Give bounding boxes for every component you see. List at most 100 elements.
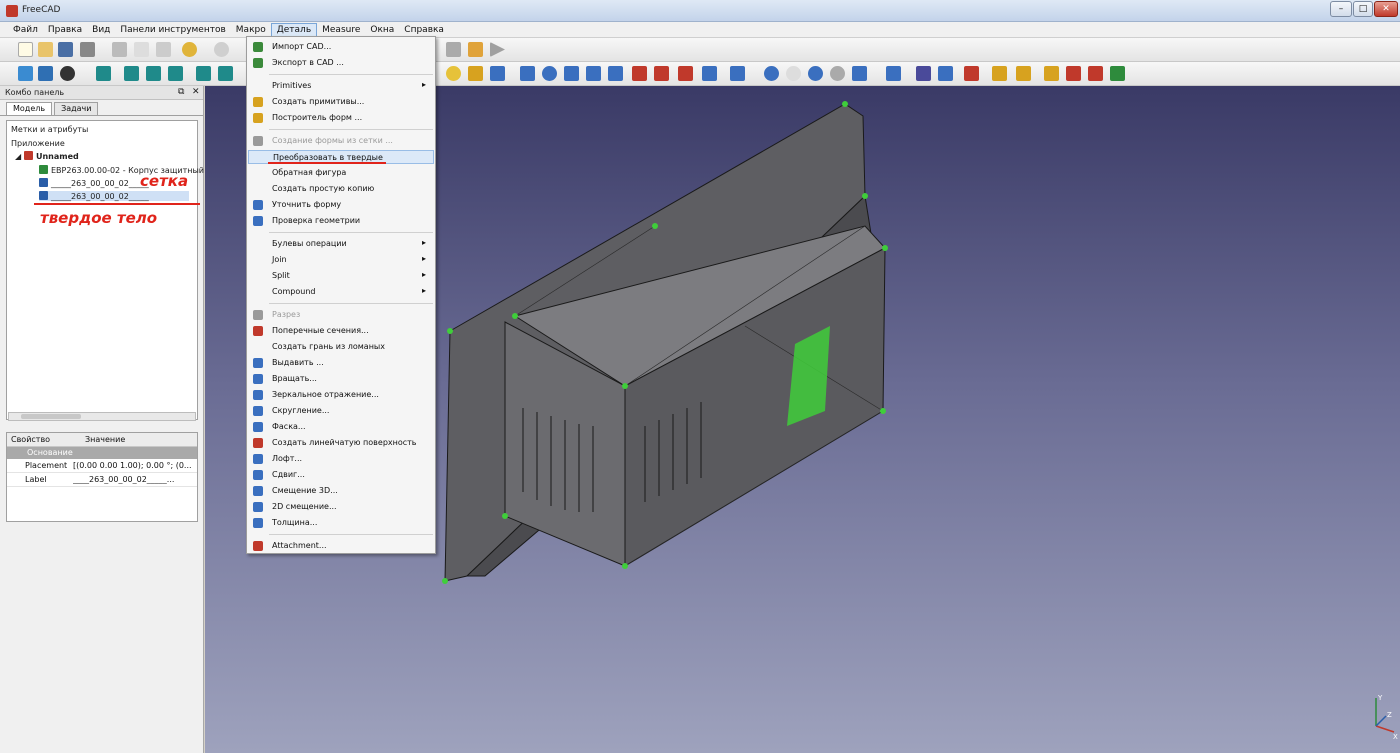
chamfer-tool-icon[interactable] (608, 66, 623, 81)
menu-item[interactable]: Primitives ▸ (248, 79, 434, 93)
run-macro-icon[interactable] (490, 42, 505, 57)
menu-item[interactable]: Толщина... (248, 516, 434, 530)
close-panel-icon[interactable]: ✕ (192, 87, 200, 97)
minimize-button[interactable]: – (1330, 1, 1352, 17)
menu-item[interactable]: Импорт CAD... (248, 40, 434, 54)
compound-icon[interactable] (916, 66, 931, 81)
view-rear-icon[interactable] (196, 66, 211, 81)
menu-item[interactable]: Уточнить форму (248, 198, 434, 212)
copy-icon[interactable] (134, 42, 149, 57)
paste-icon[interactable] (156, 42, 171, 57)
tree-item-mesh[interactable]: _____263_00_00_02_____ (39, 178, 149, 188)
menu-item[interactable]: Создать примитивы... (248, 95, 434, 109)
menu-macro[interactable]: Макро (231, 24, 271, 36)
join-icon[interactable] (852, 66, 867, 81)
menu-item[interactable]: Экспорт в CAD ... (248, 56, 434, 70)
scrollbar-thumb[interactable] (21, 414, 81, 419)
macro-edit-icon[interactable] (468, 42, 483, 57)
zoom-icon[interactable] (38, 66, 53, 81)
measure-3d-icon[interactable] (1110, 66, 1125, 81)
measure-toggle-icon[interactable] (1088, 66, 1103, 81)
measure-clear-icon[interactable] (1066, 66, 1081, 81)
property-row-placement[interactable]: Placement [(0.00 0.00 1.00); 0.00 °; (0.… (7, 459, 197, 473)
menu-item[interactable]: Проверка геометрии (248, 214, 434, 228)
menu-measure[interactable]: Measure (317, 24, 365, 36)
tree-item-solid[interactable]: _____263_00_00_02_____ (39, 191, 189, 201)
tree-horizontal-scrollbar[interactable] (8, 412, 196, 421)
common-icon[interactable] (808, 66, 823, 81)
loft-tool-icon[interactable] (654, 66, 669, 81)
ruled-surface-tool-icon[interactable] (632, 66, 647, 81)
shape-builder-tool-icon[interactable] (490, 66, 505, 81)
menu-toolbars[interactable]: Панели инструментов (115, 24, 230, 36)
measure-linear-icon[interactable] (992, 66, 1007, 81)
save-icon[interactable] (58, 42, 73, 57)
undo-icon[interactable] (182, 42, 197, 57)
menu-windows[interactable]: Окна (365, 24, 399, 36)
menu-item[interactable]: Обратная фигура (248, 166, 434, 180)
measure-angular-icon[interactable] (1016, 66, 1031, 81)
cut-icon[interactable] (112, 42, 127, 57)
fillet-tool-icon[interactable] (586, 66, 601, 81)
fragments-icon[interactable] (830, 66, 845, 81)
view-top-icon[interactable] (146, 66, 161, 81)
menu-item[interactable]: Compound ▸ (248, 285, 434, 299)
thickness-tool-icon[interactable] (730, 66, 745, 81)
draw-style-icon[interactable] (60, 66, 75, 81)
extrude-tool-icon[interactable] (520, 66, 535, 81)
menu-item[interactable]: Join ▸ (248, 253, 434, 267)
check-tool-icon[interactable] (938, 66, 953, 81)
open-file-icon[interactable] (38, 42, 53, 57)
menu-item[interactable]: Скругление... (248, 404, 434, 418)
menu-item[interactable]: Поперечные сечения... (248, 324, 434, 338)
maximize-button[interactable]: □ (1353, 1, 1373, 17)
menu-item[interactable]: Создать грань из ломаных (248, 340, 434, 354)
menu-item[interactable]: Зеркальное отражение... (248, 388, 434, 402)
menu-item[interactable]: Сдвиг... (248, 468, 434, 482)
fit-all-icon[interactable] (18, 66, 33, 81)
sweep-tool-icon[interactable] (678, 66, 693, 81)
float-panel-icon[interactable]: ⧉ (178, 87, 184, 97)
menu-item[interactable]: Смещение 3D... (248, 484, 434, 498)
tab-model[interactable]: Модель (6, 102, 53, 115)
section-tool-icon[interactable] (702, 66, 717, 81)
menu-item[interactable]: Булевы операции ▸ (248, 237, 434, 251)
print-icon[interactable] (80, 42, 95, 57)
property-row-label[interactable]: Label ____263_00_00_02_____... (7, 473, 197, 487)
menu-help[interactable]: Справка (399, 24, 449, 36)
mirror-tool-icon[interactable] (564, 66, 579, 81)
menu-item[interactable]: Лофт... (248, 452, 434, 466)
menu-item[interactable]: Создать линейчатую поверхность (248, 436, 434, 450)
menu-part[interactable]: Деталь (270, 22, 318, 37)
expand-icon[interactable]: ◢ (15, 152, 21, 161)
view-bottom-icon[interactable] (218, 66, 233, 81)
redo-icon[interactable] (214, 42, 229, 57)
union-icon[interactable] (764, 66, 779, 81)
menu-item[interactable]: Split ▸ (248, 269, 434, 283)
cross-section-tool-icon[interactable] (964, 66, 979, 81)
primitives-tool-icon[interactable] (468, 66, 483, 81)
menu-item[interactable]: Выдавить ... (248, 356, 434, 370)
property-value[interactable]: ____263_00_00_02_____... (73, 475, 193, 484)
property-value[interactable]: [(0.00 0.00 1.00); 0.00 °; (0... (73, 461, 193, 470)
split-icon[interactable] (886, 66, 901, 81)
view-right-icon[interactable] (168, 66, 183, 81)
menu-view[interactable]: Вид (87, 24, 115, 36)
menu-file[interactable]: Файл (8, 24, 43, 36)
menu-item[interactable]: Attachment... (248, 539, 434, 553)
revolve-tool-icon[interactable] (542, 66, 557, 81)
new-file-icon[interactable] (18, 42, 33, 57)
view-isometric-icon[interactable] (96, 66, 111, 81)
close-button[interactable]: ✕ (1374, 1, 1398, 17)
measure-refresh-icon[interactable] (1044, 66, 1059, 81)
tree-item-document[interactable]: ◢ Unnamed (15, 151, 79, 161)
menu-item[interactable]: 2D смещение... (248, 500, 434, 514)
torus-icon[interactable] (446, 66, 461, 81)
menu-item[interactable]: Создать простую копию (248, 182, 434, 196)
menu-edit[interactable]: Правка (43, 24, 87, 36)
stop-macro-icon[interactable] (446, 42, 461, 57)
menu-item[interactable]: Фаска... (248, 420, 434, 434)
tab-tasks[interactable]: Задачи (54, 102, 99, 115)
menu-item[interactable]: Вращать... (248, 372, 434, 386)
cut-boolean-icon[interactable] (786, 66, 801, 81)
